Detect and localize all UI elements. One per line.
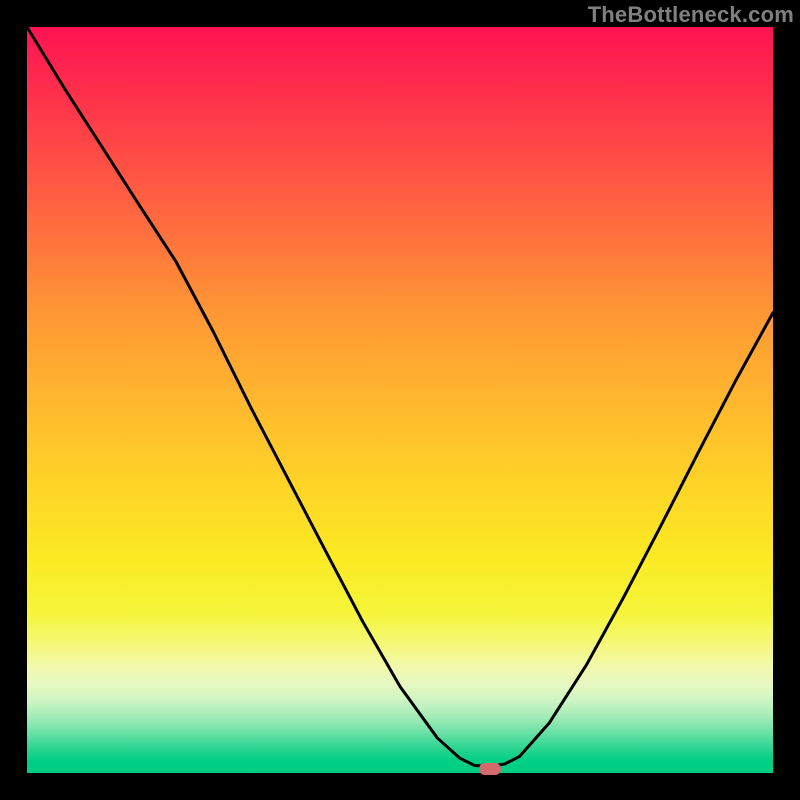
chart-frame: TheBottleneck.com <box>0 0 800 800</box>
bottleneck-curve <box>27 27 773 773</box>
watermark-text: TheBottleneck.com <box>588 2 794 28</box>
optimal-point-marker <box>479 763 501 775</box>
